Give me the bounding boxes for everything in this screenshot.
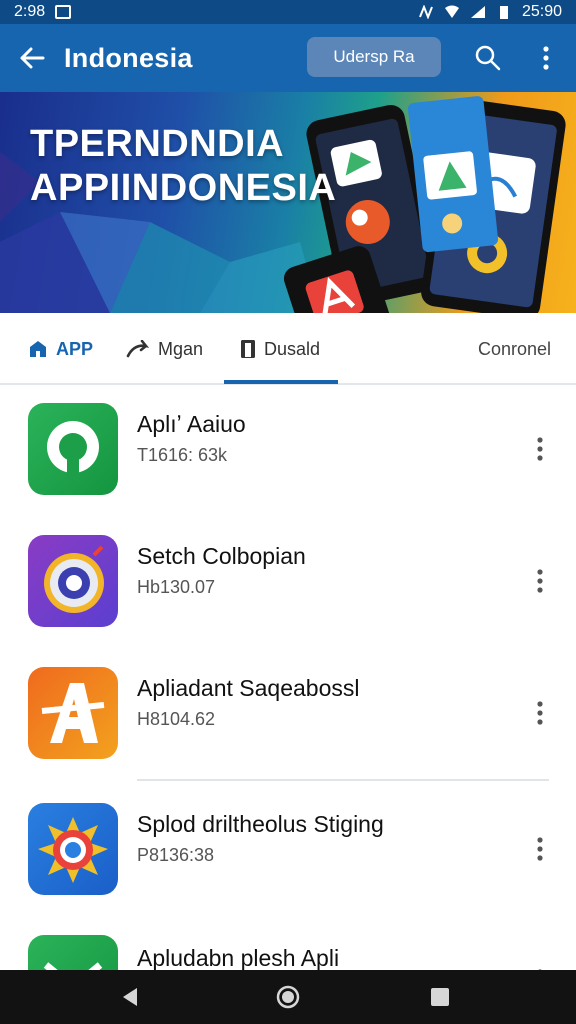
app-name: Apludabn plesh Apli [137,945,340,970]
signal-icon [470,6,485,18]
circle-home-icon [276,985,300,1009]
item-more-button[interactable] [526,693,554,733]
house-icon [30,341,46,357]
tab-dusald-label: Dusald [264,338,321,359]
banner-title-line-1: TPERNDNDIA [30,123,285,165]
nav-home-button[interactable] [258,970,318,1024]
category-tabs: APP Mgan Dusald Conronel [0,313,576,385]
more-vert-icon [537,837,543,861]
purple-ring-app-icon [28,535,118,627]
battery-icon [499,6,508,19]
more-vert-icon [537,569,543,593]
list-item[interactable]: Aplıʼ Aaiuo T1616: 63k [0,385,576,517]
book-icon [241,340,255,358]
app-subtitle: P8136:38 [137,845,215,865]
back-button[interactable] [0,24,64,92]
app-name: Setch Colbopian [137,543,306,569]
app-subtitle: T1616: 63k [137,445,228,465]
list-item[interactable]: Splod drilthеolus Stiging P8136:38 [0,785,576,917]
overflow-menu-button[interactable] [526,38,566,78]
triangle-back-icon [123,988,137,1006]
nav-recents-button[interactable] [410,970,470,1024]
list-item[interactable]: Apliadant Saqeabossl H8104.62 [0,649,576,781]
blue-sunburst-app-icon [28,803,118,895]
item-more-button[interactable] [526,561,554,601]
active-tab-indicator [224,380,338,384]
tab-app-label: APP [56,338,94,359]
search-button[interactable] [466,38,510,78]
arrow-left-icon [20,47,45,69]
tab-dusald[interactable]: Dusald [240,313,320,385]
wifi-icon [444,5,459,18]
nav-back-button[interactable] [100,970,160,1024]
more-vert-icon [543,46,549,70]
item-more-button[interactable] [526,829,554,869]
list-divider [137,779,549,781]
list-item[interactable]: Apludabn plesh Apli [0,917,576,970]
promo-banner[interactable]: TPERNDNDIA APPIINDONESIA [0,92,576,313]
app-name: Aplıʼ Aaiuo [137,411,246,437]
search-icon [475,45,501,71]
banner-title: TPERNDNDIA APPIINDONESIA [30,122,336,210]
app-subtitle: H8104.62 [137,709,216,729]
tab-conronel-label: Conronel [478,338,552,359]
orange-letter-a-app-icon [28,667,118,759]
arrow-icon [126,340,150,358]
more-vert-icon [537,437,543,461]
filter-chip-button[interactable]: Udersp Ra [307,37,441,77]
list-item[interactable]: Setch Colbopian Hb130.07 [0,517,576,649]
tab-mgan[interactable]: Mgan [126,313,203,385]
green-mail-app-icon [28,935,118,970]
status-bar: 2:98 25:90 [0,0,576,24]
status-clock: 25:90 [521,3,562,20]
banner-title-line-2: APPIINDONESIA [30,167,337,209]
item-more-button[interactable] [526,429,554,469]
app-list: Aplıʼ Aaiuo T1616: 63k Setch Colbopian H… [0,385,576,970]
app-name: Splod drilthеolus Stiging [137,811,384,837]
system-nav-bar [0,970,576,1024]
page-title: Indonesia [64,42,193,73]
tab-app[interactable]: APP [28,313,93,385]
gallery-icon [55,5,72,19]
green-circle-app-icon [28,403,118,495]
nfc-icon [419,5,433,19]
status-time: 2:98 [14,3,46,20]
square-recents-icon [431,988,449,1006]
item-more-button[interactable] [526,961,554,970]
more-vert-icon [537,701,543,725]
tab-conronel[interactable]: Conronel [478,313,551,385]
app-bar: Indonesia Udersp Ra [0,24,576,92]
app-subtitle: Hb130.07 [137,577,216,597]
tab-mgan-label: Mgan [158,338,204,359]
app-name: Apliadant Saqeabossl [137,675,360,701]
